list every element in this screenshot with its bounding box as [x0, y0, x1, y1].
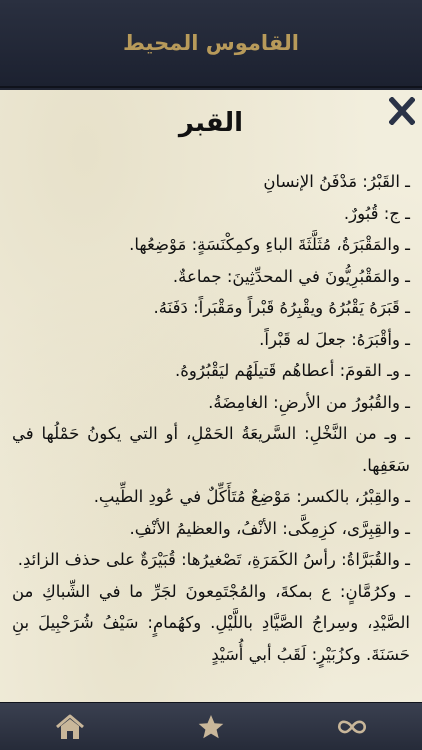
app-title: القاموس المحيط: [123, 31, 299, 55]
infinity-icon[interactable]: [335, 716, 369, 738]
definition-line: ـ وكرُمَّانٍ: ع بمكةَ، والمُجْتَمِعونَ ل…: [12, 581, 410, 664]
definition-line: ـ قَبَرَهُ يَقْبُرُهُ ويقْبِرُهُ قَبْراً…: [153, 298, 410, 317]
definition-line: ـ والمَقْبَرَةُ، مُثَلَّثَةَ الباءِ وكمِ…: [129, 235, 410, 254]
navigation-bar: القاموس المحيط: [0, 0, 422, 88]
home-icon[interactable]: [55, 713, 85, 741]
definition-line: ـ والمَقْبُرِيُّونَ في المحدِّثِينَ: جما…: [172, 266, 410, 286]
definition-line: ـ والقُبُورُ من الأرضِ: الغامِضَةُ.: [208, 392, 410, 412]
entry-headword: القبر: [178, 108, 244, 138]
definition-line: ـ والقِبِرَّى، كزِمِكَّى: الأنْفُ، والعظ…: [129, 518, 410, 538]
definition-line: ـ القَبْرُ: مَدْفَنُ الإنسانِ: [263, 172, 410, 191]
entry-panel[interactable]: القبر ـ القَبْرُ: مَدْفَنُ الإنسانِ ـ ج:…: [0, 90, 422, 702]
tab-favorites[interactable]: [181, 707, 241, 747]
entry-definition: ـ القَبْرُ: مَدْفَنُ الإنسانِ ـ ج: قُبُو…: [12, 166, 410, 670]
definition-line: ـ والقُبَرَّاةُ: رأسُ الكَمَرَةِ، تَصْغي…: [17, 550, 410, 569]
star-icon[interactable]: [197, 713, 225, 741]
definition-line: ـ والقِبْرُ، بالكسر: مَوْضِعٌ مُتَأَكِّل…: [93, 487, 410, 506]
tab-more[interactable]: [322, 707, 382, 747]
definition-line: ـ وـ القومَ: أعطاهُم قَتيلَهُم ليَقْبُرُ…: [175, 361, 410, 380]
definition-line: ـ ج: قُبُورٌ.: [343, 203, 410, 223]
definition-line: ـ وـ من النَّخْلِ: السَّريعَةُ الحَمْلِ،…: [12, 424, 410, 475]
tab-bar: [0, 702, 422, 750]
tab-home[interactable]: [40, 707, 100, 747]
definition-line: ـ وأقْبَرَهُ: جعلَ له قَبْراً.: [259, 329, 410, 349]
